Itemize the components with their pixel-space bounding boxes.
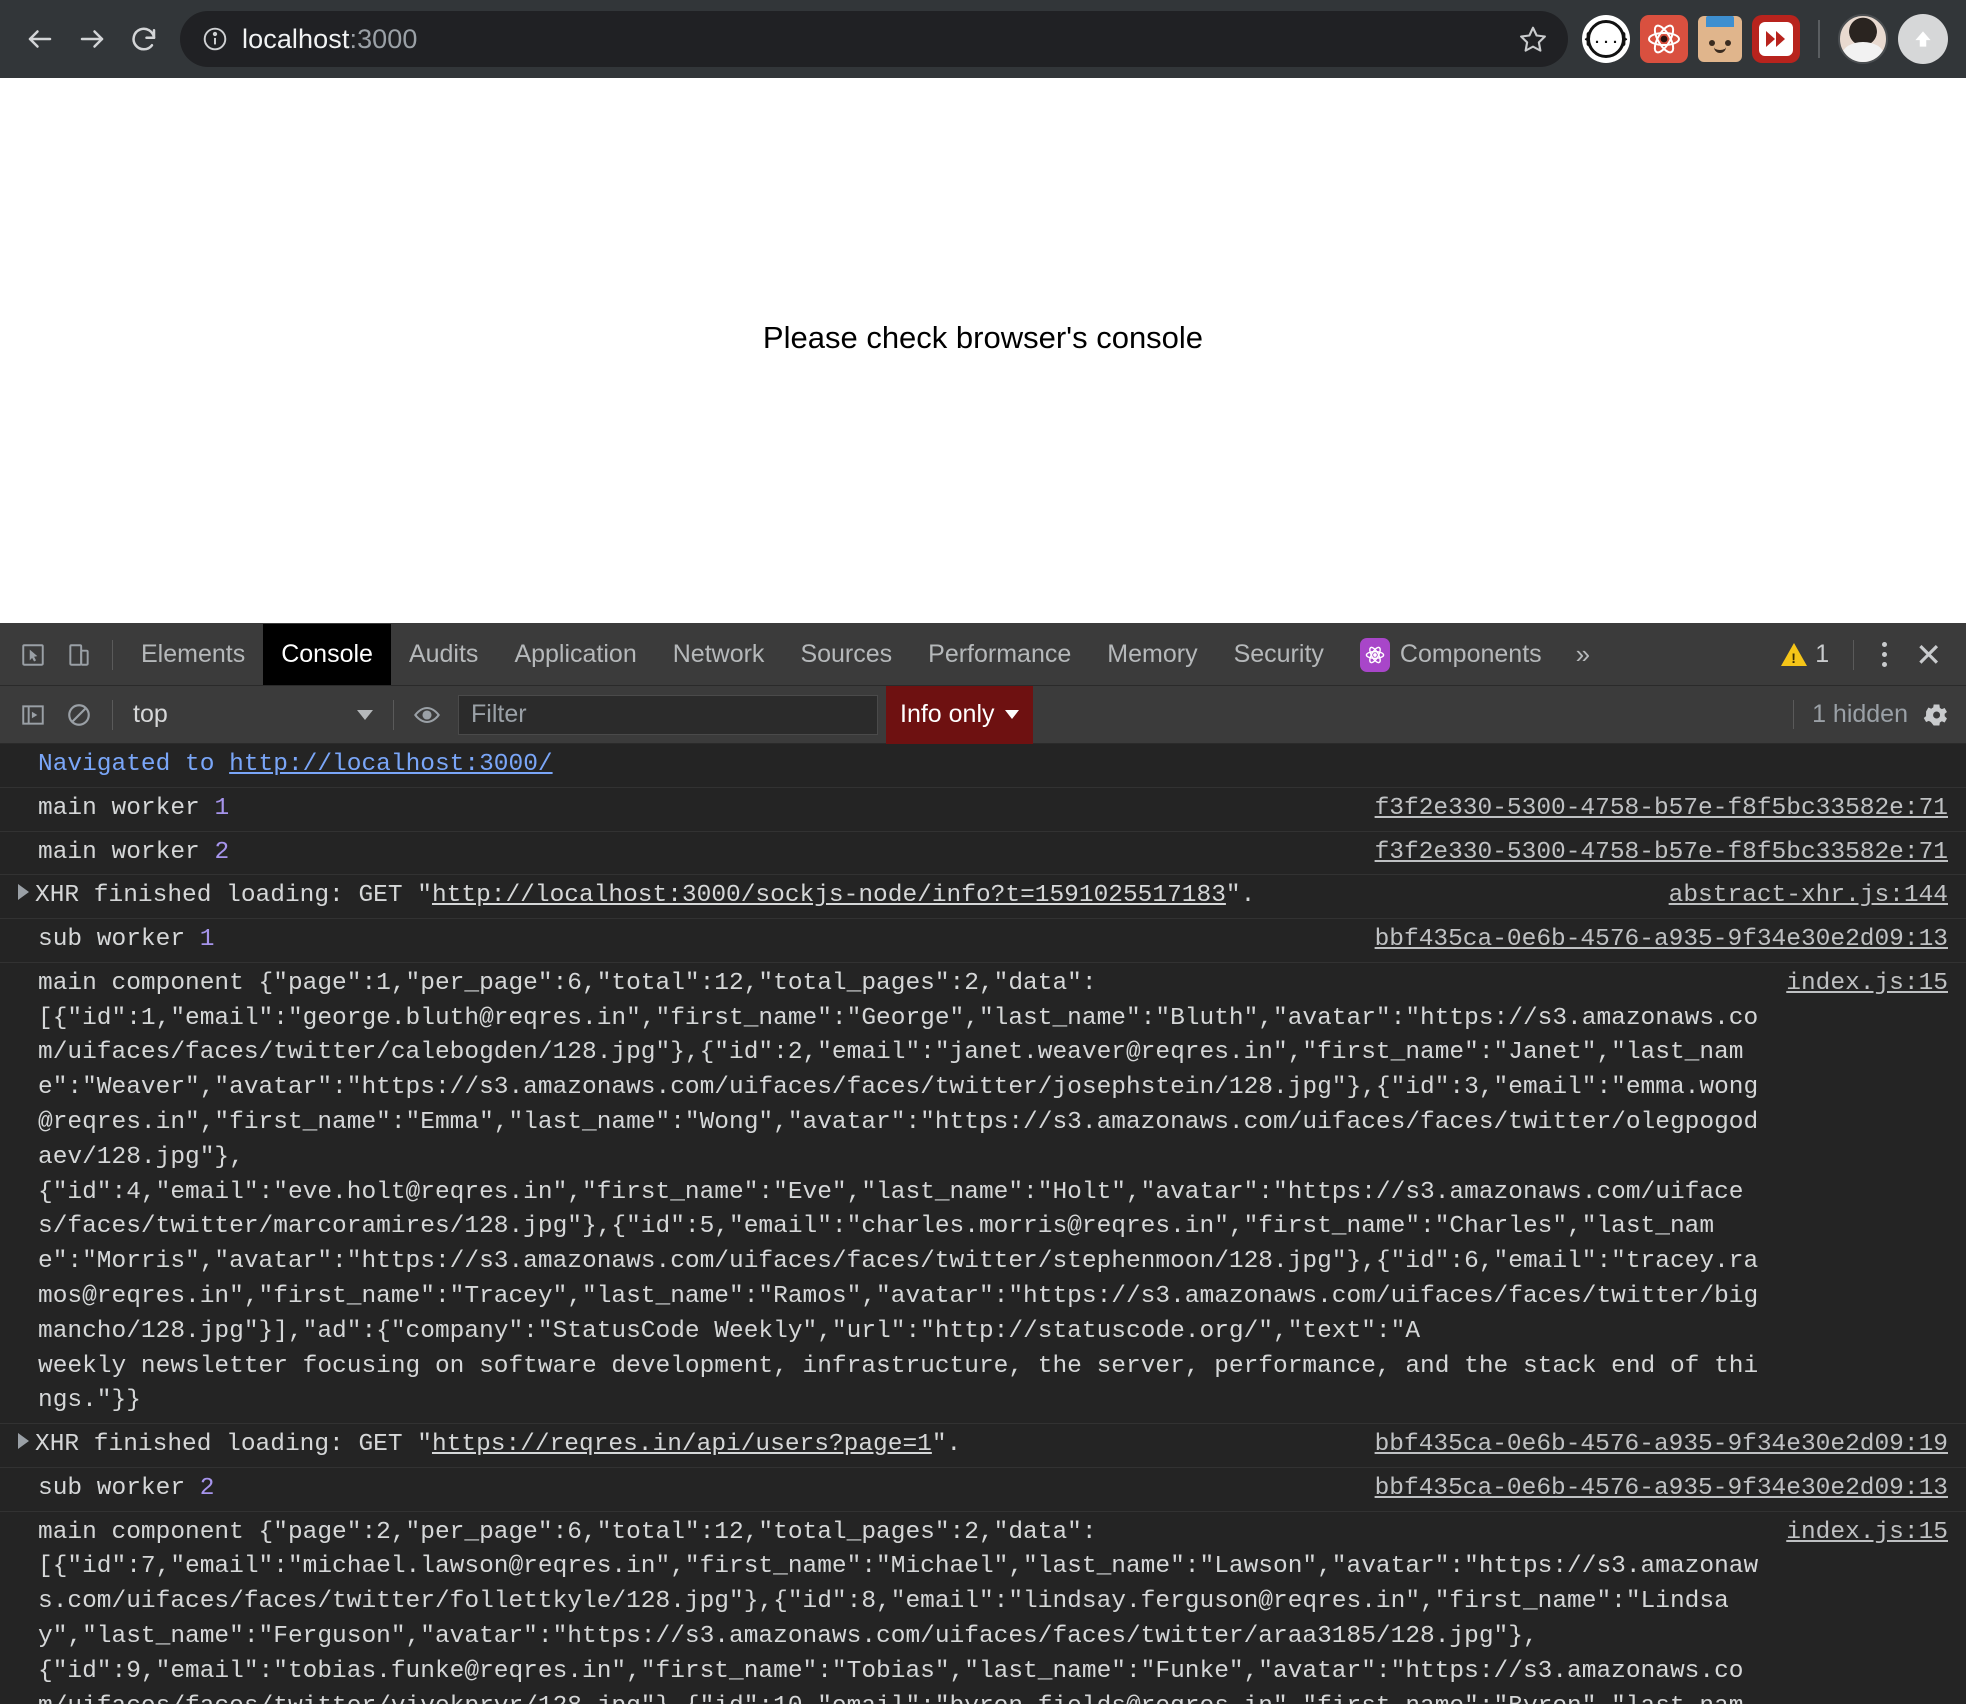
expand-triangle-icon[interactable] — [18, 884, 29, 900]
log-text: sub worker — [38, 926, 200, 953]
log-row[interactable]: main worker 2 f3f2e330-5300-4758-b57e-f8… — [0, 832, 1966, 876]
chevron-down-icon — [357, 710, 373, 720]
tab-elements[interactable]: Elements — [123, 624, 263, 685]
log-source-link[interactable]: f3f2e330-5300-4758-b57e-f8f5bc33582e:71 — [1375, 836, 1966, 871]
toolbar-divider — [1818, 20, 1820, 58]
log-row[interactable]: sub worker 1 bbf435ca-0e6b-4576-a935-9f3… — [0, 919, 1966, 963]
user-avatar[interactable] — [1838, 14, 1888, 64]
forward-arrow-icon[interactable] — [66, 13, 118, 65]
log-row[interactable]: XHR finished loading: GET "http://localh… — [0, 875, 1966, 919]
log-row[interactable]: sub worker 2 bbf435ca-0e6b-4576-a935-9f3… — [0, 1468, 1966, 1512]
url-text: localhost:3000 — [242, 24, 418, 55]
log-text: sub worker — [38, 1475, 200, 1502]
log-number: 2 — [200, 1475, 215, 1502]
browser-toolbar: localhost:3000 {...} — [0, 0, 1966, 78]
warning-count-badge[interactable]: 1 — [1771, 640, 1839, 669]
devtools-tab-list: Elements Console Audits Application Netw… — [123, 624, 1771, 685]
console-filter-bar: top Filter Info only 1 hidden — [0, 686, 1966, 744]
tab-components[interactable]: Components — [1342, 624, 1560, 685]
log-source-link[interactable]: index.js:15 — [1786, 1516, 1966, 1551]
log-source-link[interactable]: bbf435ca-0e6b-4576-a935-9f34e30e2d09:19 — [1375, 1428, 1966, 1463]
log-text: Navigated to — [38, 751, 229, 778]
log-row[interactable]: Navigated to http://localhost:3000/ — [0, 744, 1966, 788]
log-row[interactable]: XHR finished loading: GET "https://reqre… — [0, 1424, 1966, 1468]
tab-performance[interactable]: Performance — [910, 624, 1089, 685]
log-suffix: ". — [1226, 882, 1255, 909]
log-row[interactable]: main component {"page":2,"per_page":6,"t… — [0, 1512, 1966, 1704]
tab-audits[interactable]: Audits — [391, 624, 496, 685]
console-context-select[interactable]: top — [123, 695, 383, 735]
fast-forward-extension-icon[interactable] — [1752, 15, 1800, 63]
react-devtools-extension-icon[interactable] — [1640, 15, 1688, 63]
clipboard-extension-icon[interactable] — [1698, 16, 1742, 62]
log-link[interactable]: http://localhost:3000/ — [229, 751, 552, 778]
filter-placeholder: Filter — [471, 700, 527, 729]
kebab-menu-icon[interactable] — [1868, 642, 1901, 667]
console-sidebar-icon[interactable] — [10, 692, 56, 738]
live-expression-icon[interactable] — [404, 692, 450, 738]
filterbar-divider-1 — [112, 700, 113, 730]
tab-memory[interactable]: Memory — [1089, 624, 1215, 685]
log-source-link[interactable]: abstract-xhr.js:144 — [1669, 879, 1966, 914]
actions-divider — [1853, 640, 1854, 670]
extensions-row: {...} — [1582, 14, 1952, 64]
star-icon[interactable] — [1518, 24, 1548, 54]
console-context-value: top — [133, 700, 168, 729]
address-bar[interactable]: localhost:3000 — [180, 11, 1568, 67]
log-number: 2 — [214, 839, 229, 866]
site-info-icon[interactable] — [202, 26, 228, 52]
log-text: main worker — [38, 795, 214, 822]
close-icon[interactable]: ✕ — [1905, 639, 1952, 671]
log-text: XHR finished loading: GET " — [35, 882, 432, 909]
log-number: 1 — [200, 926, 215, 953]
inspect-element-icon[interactable] — [10, 632, 56, 678]
devtools-tabbar-actions: 1 ✕ — [1771, 639, 1966, 671]
log-row[interactable]: main worker 1 f3f2e330-5300-4758-b57e-f8… — [0, 788, 1966, 832]
log-json-payload: main component {"page":1,"per_page":6,"t… — [0, 967, 1786, 1419]
filter-input[interactable]: Filter — [458, 695, 878, 735]
devtools-tabbar: Elements Console Audits Application Netw… — [0, 624, 1966, 686]
tab-console[interactable]: Console — [263, 624, 391, 685]
tabbar-divider — [112, 640, 113, 670]
react-atom-icon — [1360, 638, 1390, 672]
log-text: main worker — [38, 839, 214, 866]
expand-triangle-icon[interactable] — [18, 1433, 29, 1449]
clear-console-icon[interactable] — [56, 692, 102, 738]
log-number: 1 — [214, 795, 229, 822]
log-link[interactable]: http://localhost:3000/sockjs-node/info?t… — [432, 882, 1226, 909]
log-source-link[interactable]: index.js:15 — [1786, 967, 1966, 1002]
devtools-panel: Elements Console Audits Application Netw… — [0, 623, 1966, 1704]
more-tabs-button[interactable]: » — [1560, 639, 1606, 670]
page-message: Please check browser's console — [763, 320, 1203, 356]
log-row[interactable]: main component {"page":1,"per_page":6,"t… — [0, 963, 1966, 1424]
tab-application[interactable]: Application — [496, 624, 654, 685]
json-viewer-extension-icon[interactable]: {...} — [1582, 15, 1630, 63]
update-arrow-icon[interactable] — [1898, 14, 1948, 64]
filterbar-divider-2 — [393, 700, 394, 730]
log-source-link[interactable]: f3f2e330-5300-4758-b57e-f8f5bc33582e:71 — [1375, 792, 1966, 827]
log-source-link[interactable]: bbf435ca-0e6b-4576-a935-9f34e30e2d09:13 — [1375, 923, 1966, 958]
log-level-value: Info only — [900, 700, 995, 729]
log-json-payload: main component {"page":2,"per_page":6,"t… — [0, 1516, 1786, 1704]
reload-icon[interactable] — [118, 13, 170, 65]
tab-network[interactable]: Network — [655, 624, 783, 685]
log-source-link[interactable]: bbf435ca-0e6b-4576-a935-9f34e30e2d09:13 — [1375, 1472, 1966, 1507]
back-arrow-icon[interactable] — [14, 13, 66, 65]
tab-security[interactable]: Security — [1216, 624, 1342, 685]
chevron-down-icon — [1005, 710, 1019, 719]
log-suffix: ". — [932, 1431, 961, 1458]
console-log-list[interactable]: Navigated to http://localhost:3000/ main… — [0, 744, 1966, 1704]
warning-icon — [1781, 643, 1807, 666]
gear-icon[interactable] — [1922, 701, 1966, 729]
log-level-select[interactable]: Info only — [886, 686, 1033, 744]
page-viewport: Please check browser's console — [0, 78, 1966, 623]
hidden-messages-label: 1 hidden — [1793, 700, 1922, 729]
log-link[interactable]: https://reqres.in/api/users?page=1 — [432, 1431, 932, 1458]
tab-sources[interactable]: Sources — [782, 624, 910, 685]
log-text: XHR finished loading: GET " — [35, 1431, 432, 1458]
device-toolbar-icon[interactable] — [56, 632, 102, 678]
